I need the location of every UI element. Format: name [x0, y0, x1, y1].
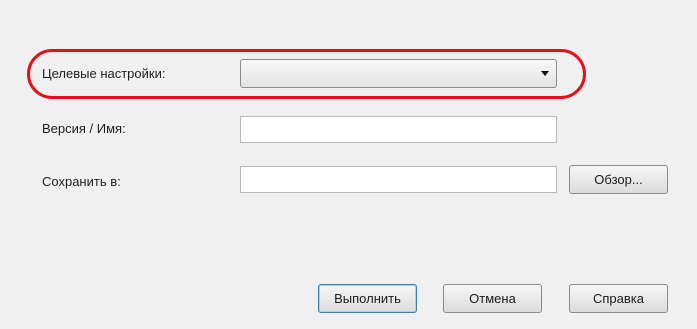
version-name-input[interactable]: [240, 116, 557, 143]
help-button[interactable]: Справка: [569, 284, 668, 313]
version-name-label: Версия / Имя:: [42, 121, 126, 136]
save-to-input[interactable]: [240, 166, 557, 193]
target-settings-label: Целевые настройки:: [42, 66, 166, 81]
save-to-label: Сохранить в:: [42, 174, 121, 189]
export-dialog: Целевые настройки: Версия / Имя: Сохрани…: [0, 0, 697, 329]
execute-button[interactable]: Выполнить: [318, 284, 417, 313]
target-settings-dropdown[interactable]: [240, 59, 557, 88]
cancel-button[interactable]: Отмена: [443, 284, 542, 313]
chevron-down-icon[interactable]: [541, 71, 549, 76]
browse-button[interactable]: Обзор...: [569, 165, 668, 194]
